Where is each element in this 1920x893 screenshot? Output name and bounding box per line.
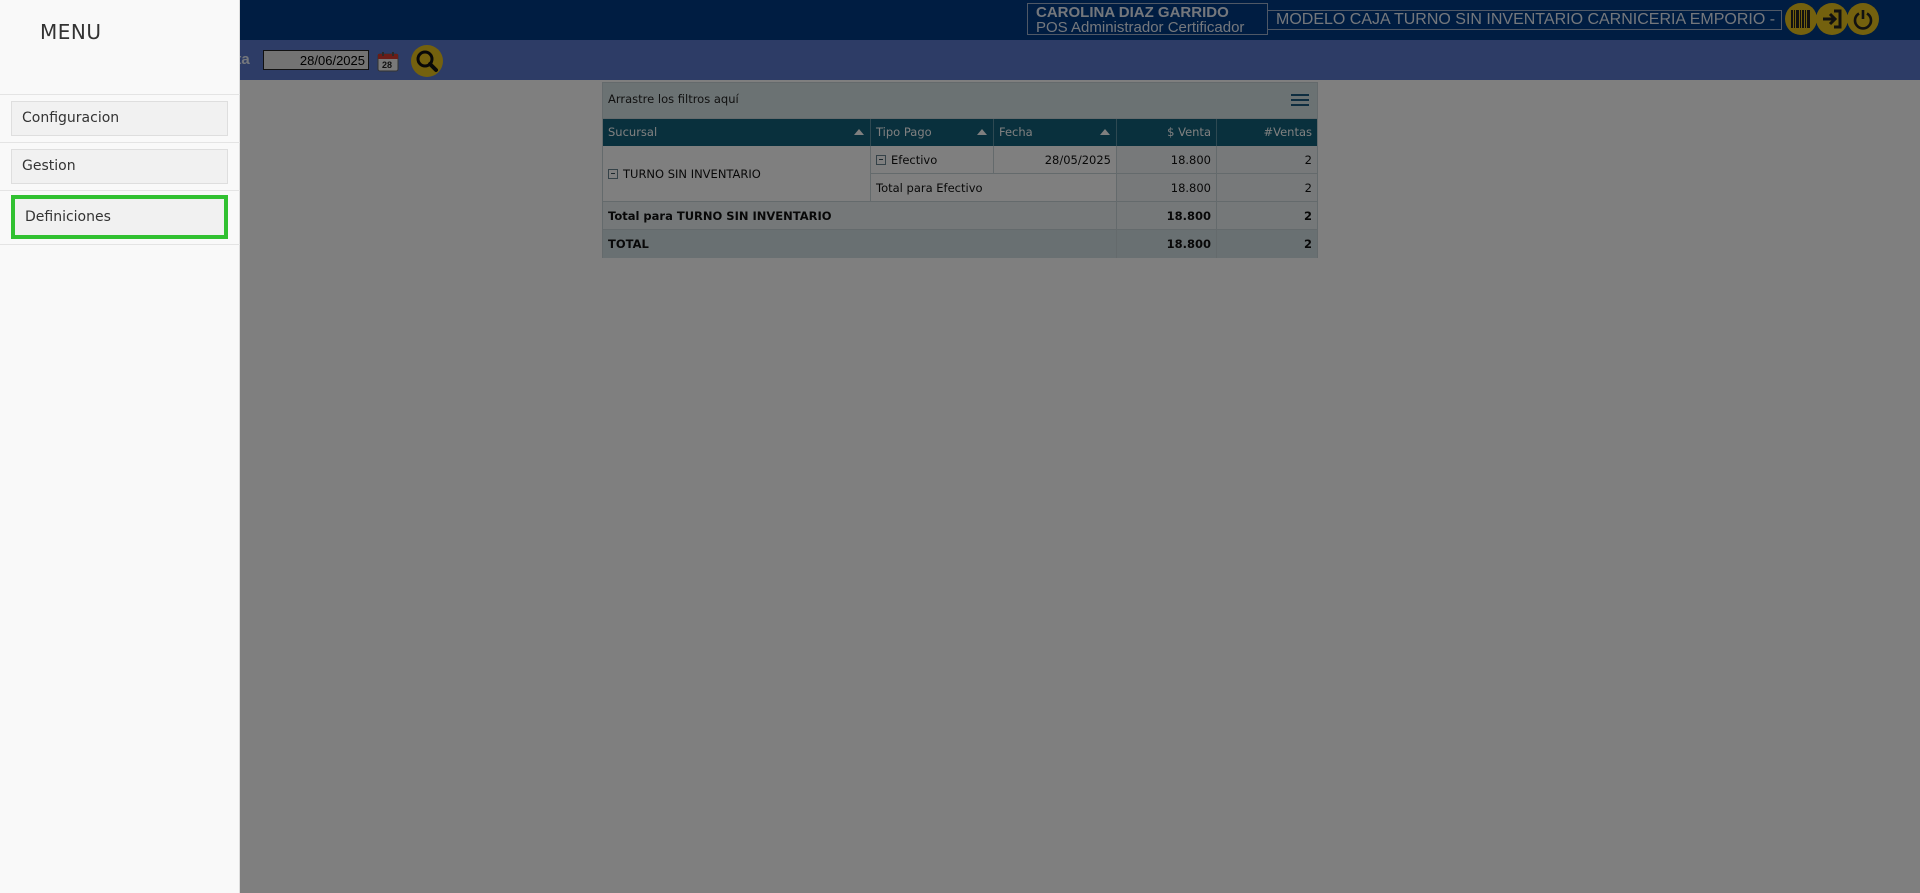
gestion-button[interactable]: Gestion — [11, 149, 228, 184]
definiciones-button[interactable]: Definiciones — [11, 195, 228, 239]
menu-item-configuracion: Configuracion — [0, 95, 240, 143]
menu-item-gestion: Gestion — [0, 143, 240, 191]
menu-list: Configuracion Gestion Definiciones — [0, 94, 240, 245]
configuracion-button[interactable]: Configuracion — [11, 101, 228, 136]
side-menu: MENU Configuracion Gestion Definiciones — [0, 0, 240, 893]
menu-title: MENU — [40, 20, 102, 44]
menu-item-definiciones: Definiciones — [0, 191, 240, 245]
modal-overlay[interactable] — [0, 0, 1920, 893]
